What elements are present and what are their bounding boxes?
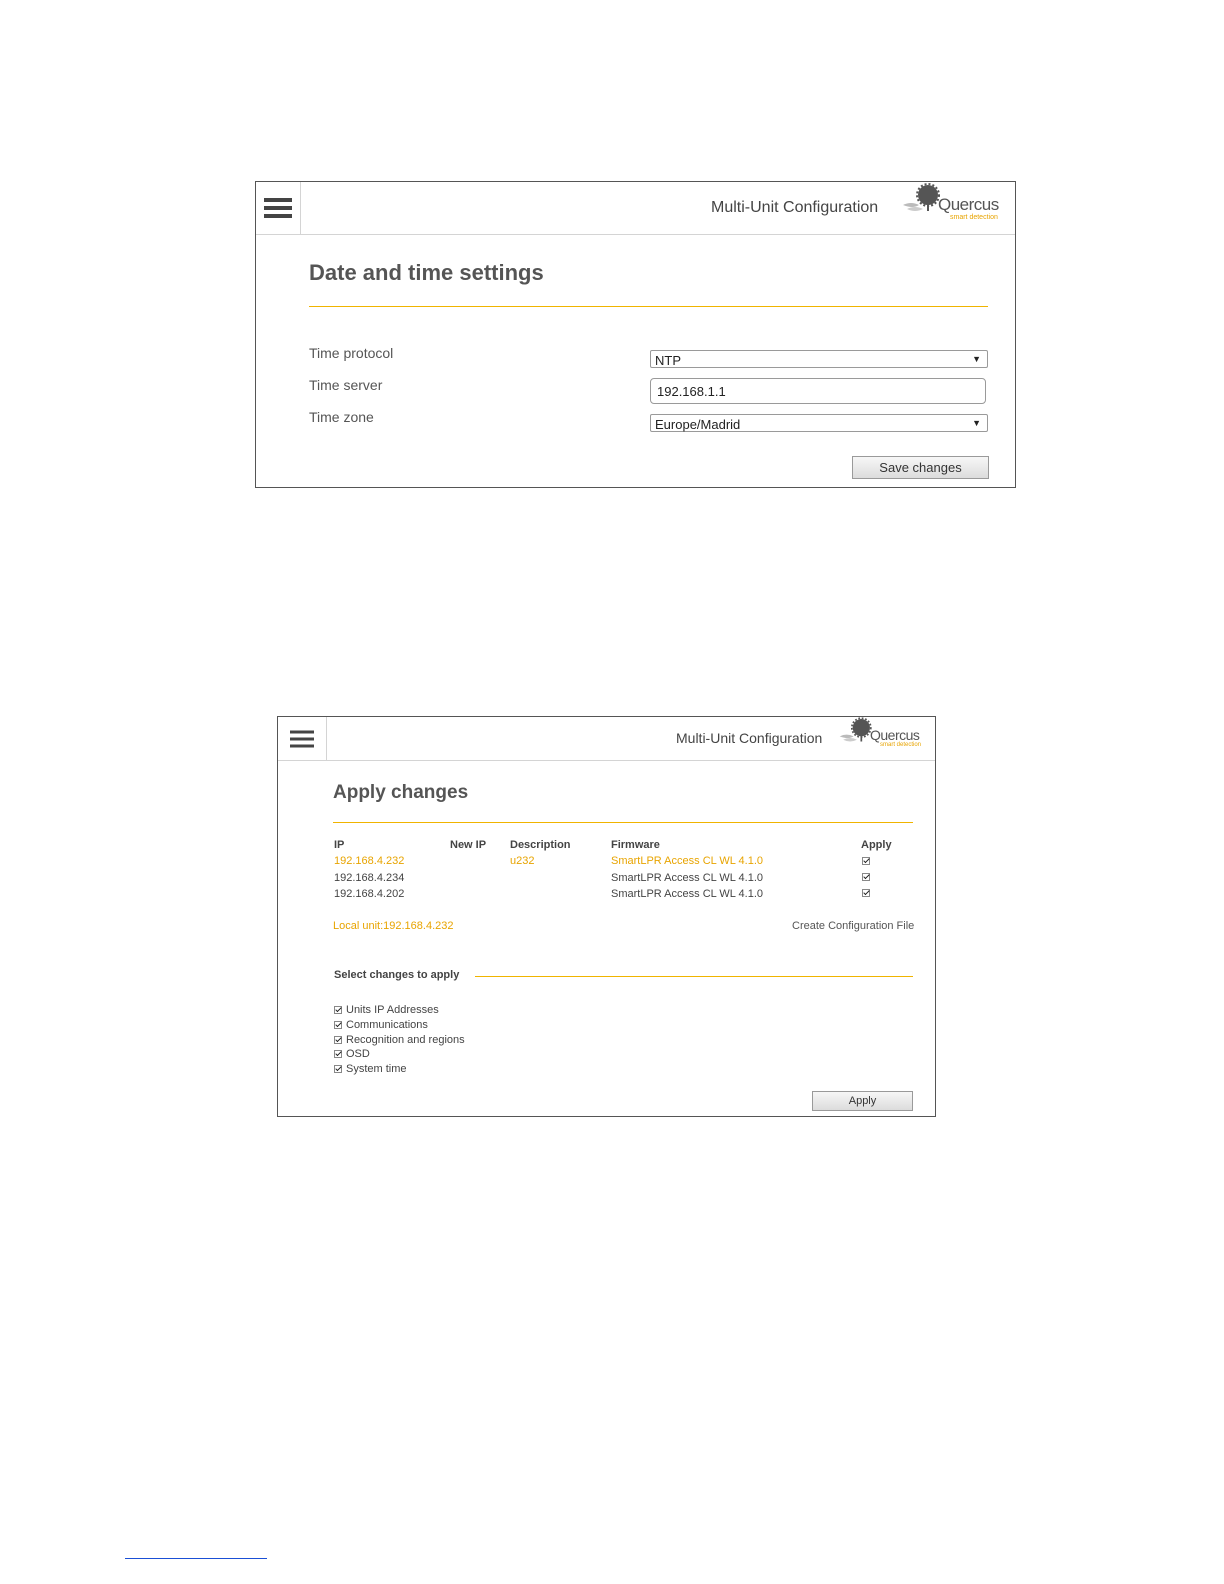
dropdown-arrow-icon: ▼	[972, 354, 981, 364]
apply-changes-panel: Multi-Unit Configuration Quercus smart d…	[277, 716, 936, 1117]
option-label: Communications	[346, 1019, 428, 1031]
save-changes-button[interactable]: Save changes	[852, 456, 989, 479]
table-row-firmware: SmartLPR Access CL WL 4.1.0	[611, 888, 764, 900]
apply-button[interactable]: Apply	[812, 1091, 913, 1111]
column-header-apply: Apply	[861, 839, 892, 851]
option-checkbox[interactable]	[334, 1050, 342, 1058]
date-time-settings-panel: Multi-Unit Configuration Quercus smart d…	[255, 181, 1016, 488]
table-row-ip[interactable]: 192.168.4.234	[334, 872, 404, 884]
column-header-description: Description	[510, 839, 571, 851]
time-zone-label: Time zone	[309, 409, 374, 425]
table-row-firmware: SmartLPR Access CL WL 4.1.0	[611, 855, 764, 867]
menu-button[interactable]	[278, 717, 327, 760]
row-apply-checkbox[interactable]	[862, 857, 870, 865]
column-header-ip: IP	[334, 839, 345, 851]
app-header: Multi-Unit Configuration Quercus smart d…	[278, 717, 935, 761]
option-label: Units IP Addresses	[346, 1004, 439, 1016]
option-recognition-and-regions[interactable]: Recognition and regions	[334, 1034, 534, 1048]
title-divider	[333, 822, 913, 823]
logo-name: Quercus	[938, 195, 999, 214]
option-communications[interactable]: Communications	[334, 1019, 534, 1033]
option-label: Recognition and regions	[346, 1034, 465, 1046]
option-checkbox[interactable]	[334, 1021, 342, 1029]
option-label: OSD	[346, 1048, 370, 1060]
time-server-input[interactable]	[650, 378, 986, 404]
option-units-ip-addresses[interactable]: Units IP Addresses	[334, 1004, 534, 1018]
section-title: Select changes to apply	[334, 969, 460, 981]
dropdown-arrow-icon: ▼	[972, 418, 981, 428]
menu-button[interactable]	[256, 182, 301, 234]
option-checkbox[interactable]	[334, 1006, 342, 1014]
time-server-label: Time server	[309, 377, 383, 393]
logo-tagline: smart detection	[880, 742, 922, 748]
hamburger-icon	[290, 730, 314, 747]
section-divider	[475, 976, 913, 977]
time-zone-select[interactable]: Europe/Madrid ▼	[650, 414, 988, 432]
quercus-logo: Quercus smart detection	[901, 183, 1011, 229]
logo-tagline: smart detection	[950, 214, 998, 221]
time-zone-value: Europe/Madrid	[655, 417, 741, 432]
table-row-description: u232	[510, 855, 535, 867]
table-row-ip[interactable]: 192.168.4.202	[334, 888, 404, 900]
column-header-firmware: Firmware	[611, 839, 660, 851]
page-title: Apply changes	[333, 782, 469, 803]
table-row-ip[interactable]: 192.168.4.232	[334, 855, 404, 867]
option-osd[interactable]: OSD	[334, 1048, 534, 1062]
title-divider	[309, 306, 988, 307]
table-row-firmware: SmartLPR Access CL WL 4.1.0	[611, 872, 764, 884]
footnote-separator	[125, 1558, 267, 1559]
app-header: Multi-Unit Configuration Quercus smart d…	[256, 182, 1015, 235]
option-label: System time	[346, 1063, 407, 1075]
option-checkbox[interactable]	[334, 1036, 342, 1044]
page-title: Date and time settings	[309, 260, 544, 285]
time-protocol-select[interactable]: NTP ▼	[650, 350, 988, 368]
app-title: Multi-Unit Configuration	[676, 730, 823, 746]
local-unit-link[interactable]: Local unit:192.168.4.232	[333, 920, 454, 932]
time-protocol-label: Time protocol	[309, 345, 394, 361]
option-checkbox[interactable]	[334, 1065, 342, 1073]
create-configuration-file-link[interactable]: Create Configuration File	[792, 920, 914, 932]
logo-name: Quercus	[870, 727, 920, 743]
column-header-new-ip: New IP	[450, 839, 487, 851]
row-apply-checkbox[interactable]	[862, 889, 870, 897]
row-apply-checkbox[interactable]	[862, 873, 870, 881]
hamburger-icon	[264, 198, 292, 218]
time-protocol-value: NTP	[655, 353, 681, 368]
quercus-logo: Quercus smart detection	[838, 717, 933, 757]
app-title: Multi-Unit Configuration	[711, 199, 879, 216]
option-system-time[interactable]: System time	[334, 1063, 534, 1077]
